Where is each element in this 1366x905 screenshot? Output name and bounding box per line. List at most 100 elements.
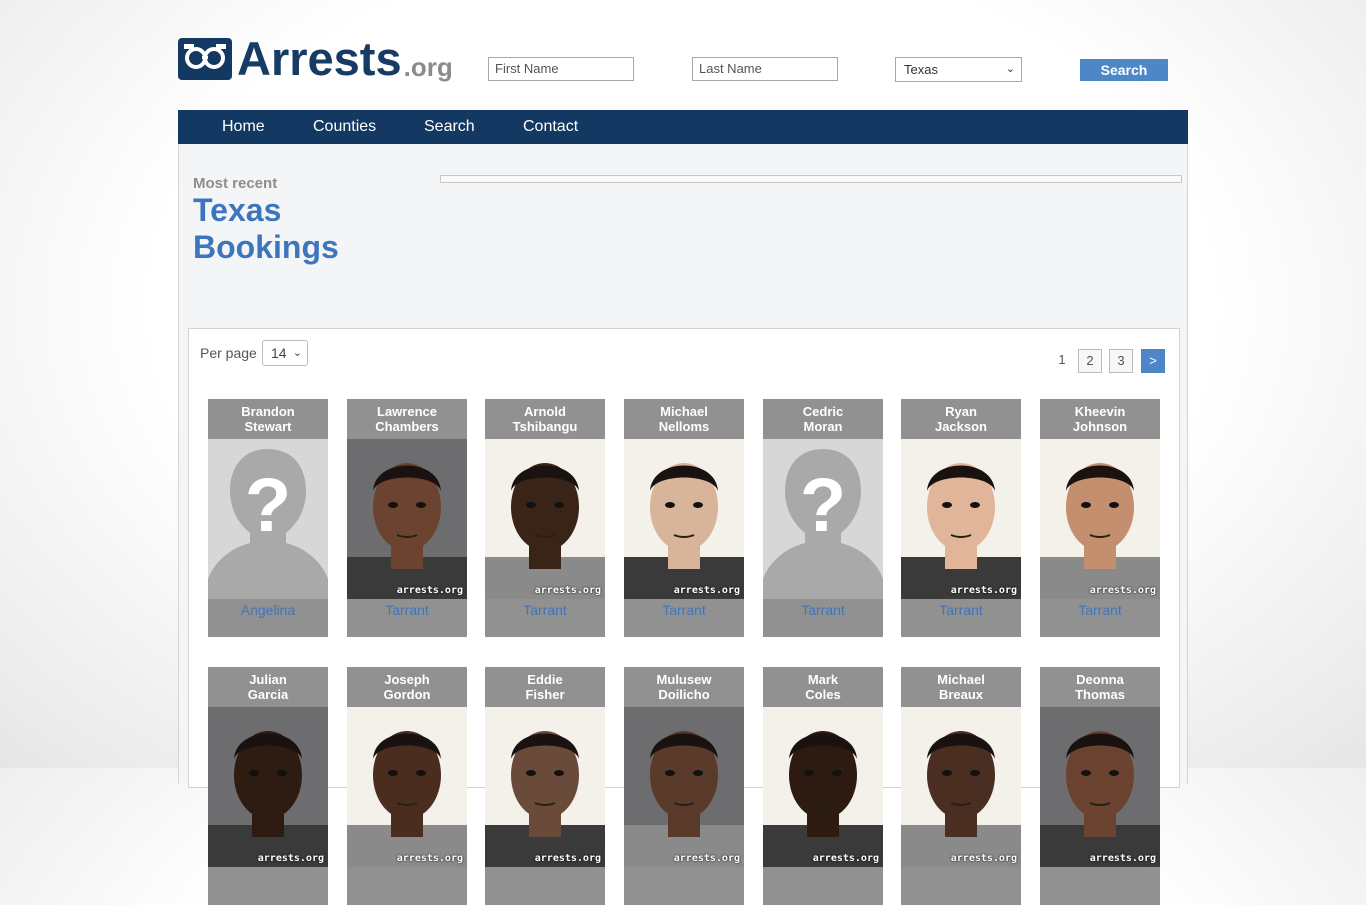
booking-last-name: Thomas [1075, 687, 1125, 702]
booking-county-link[interactable] [624, 867, 744, 889]
booking-county-link[interactable]: Tarrant [347, 599, 467, 621]
handcuffs-logo-icon [178, 38, 232, 80]
booking-last-name: Johnson [1072, 419, 1128, 434]
booking-county-link[interactable]: Tarrant [901, 599, 1021, 621]
watermark-text: arrests.org [1089, 585, 1156, 596]
mugshot-photo[interactable]: arrests.org [347, 439, 467, 599]
page-title: Texas Bookings [193, 192, 339, 266]
page-title-line2: Bookings [193, 229, 339, 265]
logo-text: Arrests [237, 32, 402, 85]
booking-county-link[interactable] [1040, 867, 1160, 889]
booking-first-name: Kheevin [1074, 404, 1126, 419]
booking-name[interactable]: Kheevin Johnson [1040, 399, 1160, 439]
mugshot-photo[interactable]: arrests.org [208, 707, 328, 867]
bookings-list: Per page 14 ⌄ 1 2 3 > Brandon Stewart? Ang… [188, 328, 1180, 905]
mugshot-photo[interactable]: arrests.org [624, 439, 744, 599]
nav-item-home[interactable]: Home [222, 110, 265, 144]
booking-card[interactable]: Mark Coles arrests.org [763, 667, 883, 905]
watermark-text: arrests.org [534, 853, 601, 864]
booking-name[interactable]: Michael Breaux [901, 667, 1021, 707]
booking-name[interactable]: Eddie Fisher [485, 667, 605, 707]
mugshot-photo[interactable]: arrests.org [347, 707, 467, 867]
page-1: 1 [1058, 352, 1066, 367]
booking-name[interactable]: Lawrence Chambers [347, 399, 467, 439]
mugshot-photo[interactable]: arrests.org [1040, 707, 1160, 867]
booking-card[interactable]: Joseph Gordon arrests.org [347, 667, 467, 905]
booking-card[interactable]: Lawrence Chambers arrests.org Tarrant [347, 399, 467, 637]
booking-card[interactable]: Michael Breaux arrests.org [901, 667, 1021, 905]
booking-name[interactable]: Mark Coles [763, 667, 883, 707]
booking-first-name: Cedric [802, 404, 844, 419]
per-page-label: Per page [200, 345, 257, 361]
booking-last-name: Fisher [525, 687, 565, 702]
booking-name[interactable]: Deonna Thomas [1040, 667, 1160, 707]
booking-card[interactable]: Eddie Fisher arrests.org [485, 667, 605, 905]
nav-item-search[interactable]: Search [424, 110, 475, 144]
booking-county-link[interactable]: Tarrant [763, 599, 883, 621]
per-page-select[interactable]: 14 ⌄ [262, 340, 308, 366]
booking-card[interactable]: Michael Nelloms arrests.org Tarrant [624, 399, 744, 637]
mugshot-photo[interactable]: arrests.org [485, 439, 605, 599]
booking-last-name: Jackson [934, 419, 988, 434]
next-page-button[interactable]: > [1141, 349, 1165, 373]
booking-county-link[interactable] [901, 867, 1021, 889]
booking-first-name: Brandon [241, 404, 295, 419]
mugshot-photo[interactable]: arrests.org [485, 707, 605, 867]
booking-card[interactable]: Kheevin Johnson arrests.org Tarrant [1040, 399, 1160, 637]
placeholder-silhouette-icon[interactable]: ? [208, 439, 328, 599]
page-2-link[interactable]: 2 [1078, 349, 1102, 373]
booking-first-name: Lawrence [377, 404, 437, 419]
booking-county-link[interactable] [485, 867, 605, 889]
mugshot-photo[interactable]: arrests.org [901, 439, 1021, 599]
booking-name[interactable]: Arnold Tshibangu [485, 399, 605, 439]
booking-last-name: Coles [805, 687, 841, 702]
mugshot-photo[interactable]: arrests.org [901, 707, 1021, 867]
booking-county-link[interactable] [208, 867, 328, 889]
booking-card[interactable]: Mulusew Doilicho arrests.org [624, 667, 744, 905]
booking-county-link[interactable]: Tarrant [1040, 599, 1160, 621]
placeholder-silhouette-icon[interactable]: ? [763, 439, 883, 599]
booking-card[interactable]: Ryan Jackson arrests.org Tarrant [901, 399, 1021, 637]
state-select[interactable]: Texas ⌄ [895, 57, 1022, 82]
first-name-input[interactable]: First Name [488, 57, 634, 81]
nav-item-counties[interactable]: Counties [313, 110, 376, 144]
booking-name[interactable]: Mulusew Doilicho [624, 667, 744, 707]
mugshot-photo[interactable]: arrests.org [1040, 439, 1160, 599]
search-button[interactable]: Search [1080, 59, 1168, 81]
booking-first-name: Joseph [384, 672, 430, 687]
mugshot-photo[interactable]: arrests.org [763, 707, 883, 867]
site-logo[interactable]: Arrests .org [178, 32, 468, 85]
ad-placeholder [440, 175, 1182, 183]
svg-text:?: ? [245, 463, 291, 548]
booking-county-link[interactable]: Tarrant [624, 599, 744, 621]
mugshot-photo[interactable]: arrests.org [624, 707, 744, 867]
booking-name[interactable]: Michael Nelloms [624, 399, 744, 439]
booking-name[interactable]: Joseph Gordon [347, 667, 467, 707]
booking-name[interactable]: Ryan Jackson [901, 399, 1021, 439]
booking-card[interactable]: Cedric Moran? Tarrant [763, 399, 883, 637]
booking-name[interactable]: Julian Garcia [208, 667, 328, 707]
booking-county-link[interactable]: Tarrant [485, 599, 605, 621]
logo-suffix: .org [403, 51, 453, 82]
page-3-link[interactable]: 3 [1109, 349, 1133, 373]
booking-card[interactable]: Arnold Tshibangu arrests.org Tarrant [485, 399, 605, 637]
watermark-text: arrests.org [673, 585, 740, 596]
svg-text:?: ? [800, 463, 846, 548]
booking-name[interactable]: Cedric Moran [763, 399, 883, 439]
booking-card[interactable]: Deonna Thomas arrests.org [1040, 667, 1160, 905]
booking-card[interactable]: Julian Garcia arrests.org [208, 667, 328, 905]
per-page-value: 14 [271, 345, 287, 361]
watermark-text: arrests.org [257, 853, 324, 864]
booking-county-link[interactable] [763, 867, 883, 889]
watermark-text: arrests.org [396, 585, 463, 596]
booking-county-link[interactable] [347, 867, 467, 889]
booking-name[interactable]: Brandon Stewart [208, 399, 328, 439]
booking-card[interactable]: Brandon Stewart? Angelina [208, 399, 328, 637]
booking-county-link[interactable]: Angelina [208, 599, 328, 621]
booking-first-name: Michael [660, 404, 708, 419]
last-name-input[interactable]: Last Name [692, 57, 838, 81]
watermark-text: arrests.org [534, 585, 601, 596]
nav-item-contact[interactable]: Contact [523, 110, 578, 144]
booking-first-name: Deonna [1076, 672, 1124, 687]
booking-last-name: Doilicho [658, 687, 710, 702]
